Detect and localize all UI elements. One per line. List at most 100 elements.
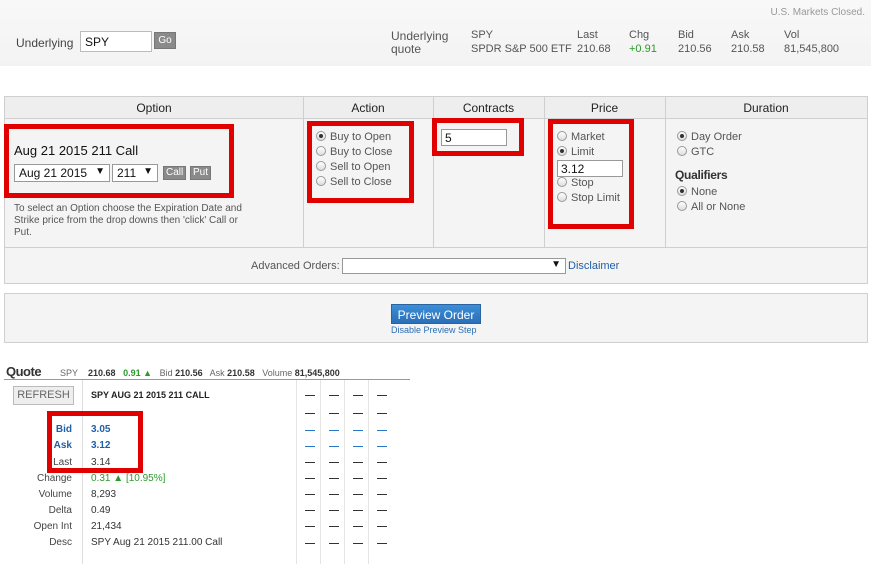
strip-volume-label: Volume — [262, 368, 293, 378]
empty-dash — [305, 430, 315, 431]
empty-dash — [377, 478, 387, 479]
underlying-quote-label: Underlying quote — [391, 29, 449, 56]
empty-dash — [329, 446, 339, 447]
empty-dash — [353, 478, 363, 479]
empty-dash — [353, 526, 363, 527]
up-arrow-icon: ▲ — [113, 473, 124, 484]
empty-dash — [377, 430, 387, 431]
empty-dash — [353, 446, 363, 447]
highlight-action — [307, 121, 414, 203]
quote-ask: Ask 210.58 — [731, 28, 765, 56]
quote-label-change: Change — [36, 473, 72, 484]
strip-symbol: SPY — [60, 368, 79, 378]
highlight-price — [548, 119, 634, 229]
empty-dash — [377, 413, 387, 414]
empty-dash — [353, 494, 363, 495]
option-header: Option — [5, 97, 303, 119]
contracts-header: Contracts — [433, 97, 544, 119]
duration-header: Duration — [665, 97, 867, 119]
empty-dash — [377, 446, 387, 447]
quote-value-change: 0.31 ▲ [10.95%] — [91, 473, 165, 484]
empty-dash — [305, 526, 315, 527]
strip-last: 210.68 — [88, 368, 116, 378]
action-header: Action — [303, 97, 433, 119]
duration-gtc[interactable]: GTC — [677, 146, 714, 158]
preview-panel: Preview Order Disable Preview Step — [4, 293, 868, 343]
quote-title: Quote — [6, 364, 42, 379]
quote-label-desc: Desc — [49, 537, 72, 548]
radio-icon — [677, 146, 687, 156]
advanced-orders-select[interactable]: ▼ — [342, 258, 566, 274]
option-quote-name: SPY AUG 21 2015 211 CALL — [91, 390, 210, 400]
change-value: 0.31 — [91, 473, 111, 484]
quote-bid: Bid 210.56 — [678, 28, 712, 56]
strip-bid-label: Bid — [159, 368, 173, 378]
empty-dash — [377, 462, 387, 463]
market-status: U.S. Markets Closed. — [770, 7, 865, 18]
quote-strip: SPY 210.68 0.91 ▲ Bid 210.56 Ask 210.58 … — [60, 368, 340, 378]
qualifier-none[interactable]: None — [677, 186, 717, 198]
chevron-down-icon: ▼ — [551, 259, 561, 270]
empty-dash — [329, 478, 339, 479]
bid-value: 210.56 — [678, 43, 712, 55]
underlying-label: Underlying — [16, 36, 74, 50]
empty-dash — [305, 462, 315, 463]
empty-dash — [353, 510, 363, 511]
strip-change: 0.91 — [123, 368, 141, 378]
quote-label-delta: Delta — [48, 505, 72, 516]
radio-label: None — [691, 186, 718, 198]
symbol-name: SPDR S&P 500 ETF — [471, 43, 572, 55]
preview-order-button[interactable]: Preview Order — [391, 304, 481, 324]
radio-label: All or None — [691, 201, 746, 213]
empty-dash — [353, 430, 363, 431]
last-label: Last — [577, 29, 598, 41]
disable-preview-link[interactable]: Disable Preview Step — [391, 325, 477, 335]
empty-dash — [305, 543, 315, 544]
empty-dash — [353, 462, 363, 463]
underlying-input[interactable] — [80, 31, 152, 52]
refresh-button[interactable]: REFRESH — [13, 386, 74, 405]
highlight-contracts — [432, 118, 524, 156]
radio-label: Day Order — [691, 131, 742, 143]
empty-dash — [329, 494, 339, 495]
duration-day-order[interactable]: Day Order — [677, 131, 742, 143]
quote-label-volume: Volume — [38, 489, 72, 500]
ask-label: Ask — [731, 29, 750, 41]
empty-dash — [305, 510, 315, 511]
quote-value-delta: 0.49 — [91, 505, 111, 516]
empty-dash — [305, 494, 315, 495]
quote-label-open-int: Open Int — [33, 521, 72, 532]
empty-dash — [353, 395, 363, 396]
strip-volume: 81,545,800 — [294, 368, 340, 378]
option-help-text: To select an Option choose the Expiratio… — [14, 203, 242, 238]
empty-dash — [305, 395, 315, 396]
empty-dash — [377, 494, 387, 495]
empty-dash — [305, 446, 315, 447]
disclaimer-link[interactable]: Disclaimer — [568, 260, 619, 272]
empty-dash — [329, 510, 339, 511]
quote-chg: Chg +0.91 — [629, 28, 657, 56]
empty-dash — [377, 395, 387, 396]
empty-dash — [329, 395, 339, 396]
highlight-option — [4, 124, 234, 198]
radio-icon — [677, 186, 687, 196]
empty-dash — [329, 413, 339, 414]
chg-value: +0.91 — [629, 43, 657, 55]
change-percent: [10.95%] — [125, 473, 166, 484]
strip-ask-label: Ask — [209, 368, 225, 378]
ask-value: 210.58 — [731, 43, 765, 55]
symbol-block: SPY SPDR S&P 500 ETF — [471, 28, 572, 56]
vol-label: Vol — [784, 29, 800, 41]
qualifier-all-or-none[interactable]: All or None — [677, 201, 745, 213]
empty-dash — [377, 543, 387, 544]
empty-dash — [377, 526, 387, 527]
radio-icon — [677, 131, 687, 141]
qualifiers-title: Qualifiers — [675, 168, 728, 182]
up-arrow-icon: ▲ — [143, 368, 153, 378]
quote-value-desc: SPY Aug 21 2015 211.00 Call — [91, 537, 223, 548]
empty-dash — [353, 543, 363, 544]
empty-dash — [377, 510, 387, 511]
empty-dash — [329, 526, 339, 527]
go-button[interactable]: Go — [154, 32, 176, 49]
radio-label: GTC — [691, 146, 715, 158]
